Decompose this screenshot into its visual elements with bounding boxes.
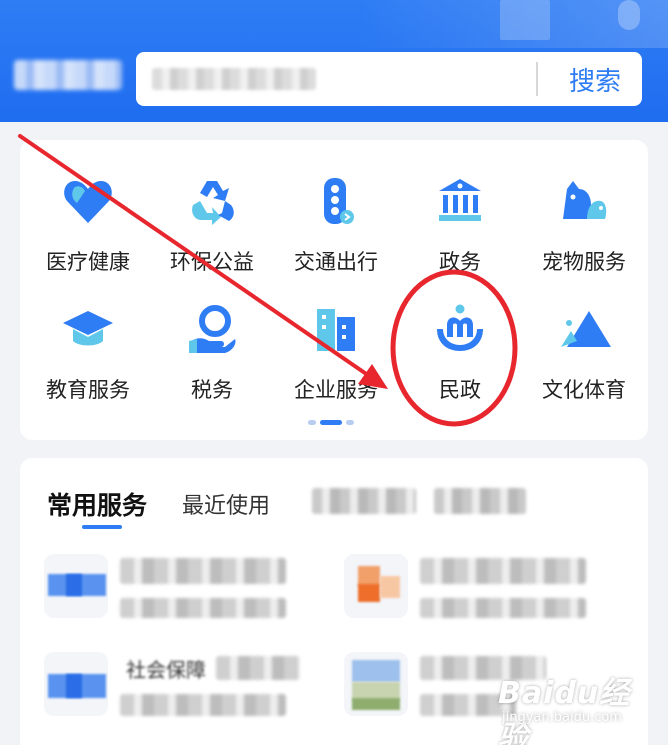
category-label: 民政	[439, 378, 481, 402]
page-dot	[308, 420, 316, 425]
recycle-icon	[182, 172, 242, 232]
page-dot-active	[320, 420, 342, 425]
category-item-civil-affairs[interactable]: 民政	[398, 300, 522, 410]
page-dot	[346, 420, 354, 425]
search-box[interactable]: 搜索	[136, 52, 642, 106]
category-item-pet[interactable]: 宠物服务	[522, 172, 646, 282]
service-icon-blurred[interactable]	[344, 652, 408, 716]
category-grid-card: 医疗健康 环保公益 交通出行 政务 宠物服务 教育服务 税务 企业服务 民政 文…	[20, 140, 648, 440]
mountain-icon	[554, 300, 614, 360]
category-item-medical[interactable]: 医疗健康	[26, 172, 150, 282]
category-item-enterprise[interactable]: 企业服务	[274, 300, 398, 410]
tab-active-underline	[82, 525, 122, 529]
service-title-partial[interactable]: 社会保障	[126, 654, 206, 683]
category-label: 教育服务	[46, 378, 130, 402]
service-icon-blurred[interactable]	[44, 554, 108, 618]
traffic-light-icon	[306, 172, 366, 232]
people-hands-icon	[430, 300, 490, 360]
tab-common-services[interactable]: 常用服务	[47, 486, 147, 522]
tab-blurred[interactable]	[434, 488, 526, 514]
header-bar: 搜索	[0, 0, 668, 122]
category-label: 宠物服务	[542, 250, 626, 274]
heart-shield-icon	[58, 172, 118, 232]
tab-blurred[interactable]	[312, 488, 416, 514]
service-icon-blurred[interactable]	[44, 652, 108, 716]
header-decoration-building	[500, 0, 550, 40]
tax-hand-icon	[182, 300, 242, 360]
pet-icon	[554, 172, 614, 232]
category-label: 文化体育	[542, 378, 626, 402]
category-label: 环保公益	[170, 250, 254, 274]
service-title-blurred[interactable]	[420, 558, 586, 584]
category-item-culture-sports[interactable]: 文化体育	[522, 300, 646, 410]
government-building-icon	[430, 172, 490, 232]
office-building-icon	[306, 300, 366, 360]
category-label: 政务	[439, 250, 481, 274]
search-divider	[536, 62, 538, 96]
category-label: 税务	[191, 378, 233, 402]
service-title-blurred[interactable]	[120, 558, 286, 584]
category-item-tax[interactable]: 税务	[150, 300, 274, 410]
category-label: 交通出行	[294, 250, 378, 274]
header-decoration-tower	[618, 0, 640, 30]
category-item-traffic[interactable]: 交通出行	[274, 172, 398, 282]
city-selector-blurred[interactable]	[14, 60, 122, 90]
service-title-blurred	[216, 656, 300, 680]
page-indicator	[308, 420, 360, 426]
search-placeholder-blurred	[152, 68, 316, 90]
tab-recently-used[interactable]: 最近使用	[182, 488, 270, 520]
category-item-environment[interactable]: 环保公益	[150, 172, 274, 282]
service-subtitle-blurred	[120, 598, 286, 618]
watermark-logo-text: Baidu经验	[498, 676, 631, 745]
category-label: 企业服务	[294, 378, 378, 402]
service-icon-blurred[interactable]	[344, 554, 408, 618]
category-item-education[interactable]: 教育服务	[26, 300, 150, 410]
category-item-government[interactable]: 政务	[398, 172, 522, 282]
watermark-url: jingyan.baidu.com	[502, 710, 622, 725]
graduation-cap-icon	[58, 300, 118, 360]
service-subtitle-blurred	[120, 694, 286, 716]
watermark: Baidu经验 jingyan.baidu.com	[498, 668, 658, 745]
category-label: 医疗健康	[46, 250, 130, 274]
search-button[interactable]: 搜索	[548, 52, 642, 106]
service-subtitle-blurred	[420, 598, 586, 618]
